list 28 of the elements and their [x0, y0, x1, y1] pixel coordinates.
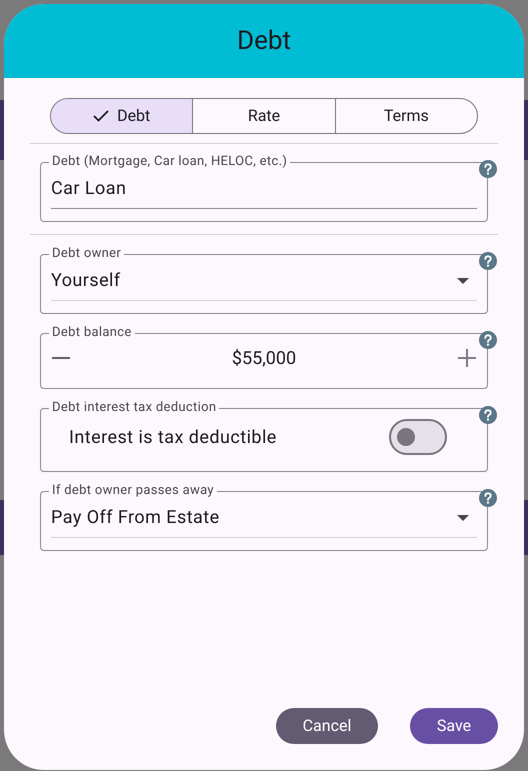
dropdown-caret-icon: [457, 514, 469, 520]
help-icon[interactable]: [479, 252, 497, 270]
minus-icon: [52, 357, 70, 359]
cancel-button[interactable]: Cancel: [276, 708, 378, 744]
help-icon[interactable]: [479, 489, 497, 507]
help-icon[interactable]: [479, 160, 497, 178]
dropdown-field[interactable]: Yourself: [51, 261, 477, 301]
field-label: Debt (Mortgage, Car loan, HELOC, etc.): [51, 155, 288, 169]
text-field[interactable]: Car Loan: [51, 169, 477, 209]
field-label: If debt owner passes away: [51, 484, 215, 498]
segment-tab[interactable]: Debt: [51, 99, 192, 133]
toggle-switch[interactable]: [389, 419, 447, 455]
help-icon[interactable]: [479, 331, 497, 349]
dialog-title: Debt: [237, 24, 291, 58]
save-button[interactable]: Save: [410, 708, 498, 744]
increment-button[interactable]: [457, 348, 477, 368]
plus-icon: [458, 349, 476, 367]
dropdown-caret-icon: [457, 278, 469, 284]
balance-value: $55,000: [232, 346, 296, 370]
switch-label: Interest is tax deductible: [69, 426, 277, 450]
segment-tab[interactable]: Rate: [192, 99, 335, 133]
check-icon: [93, 110, 110, 122]
dropdown-field[interactable]: Pay Off From Estate: [51, 498, 477, 538]
field-label: Debt interest tax deduction: [51, 401, 218, 415]
field-label: Debt balance: [51, 326, 133, 340]
field-label: Debt owner: [51, 247, 122, 261]
help-icon[interactable]: [479, 406, 497, 424]
segment-tab[interactable]: Terms: [334, 99, 477, 133]
